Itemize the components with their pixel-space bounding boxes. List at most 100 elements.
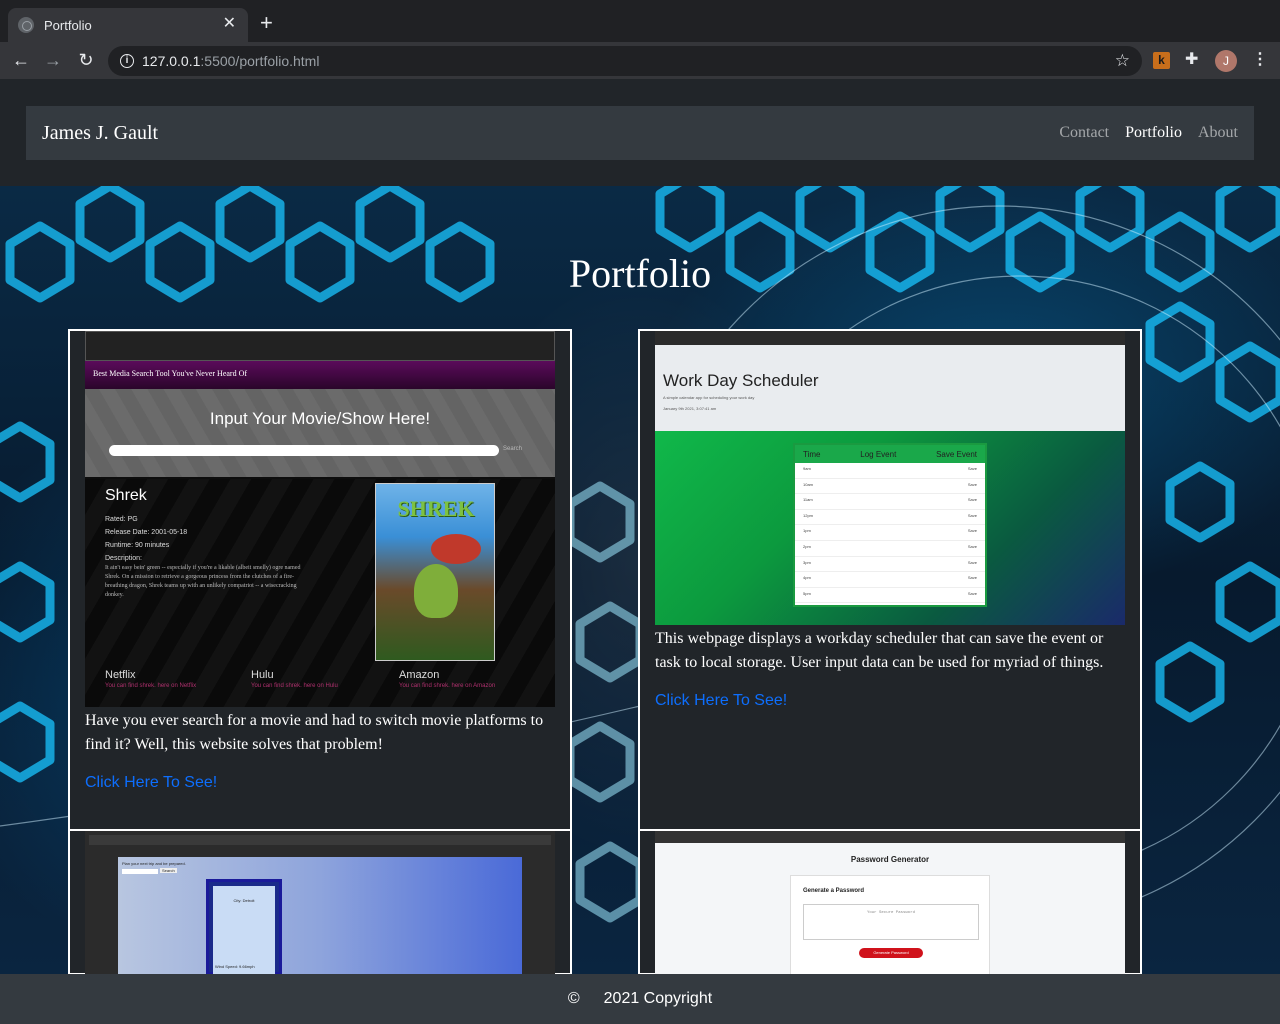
screenshot-subheading: Generate a Password bbox=[803, 888, 865, 894]
hour-label: 3pm bbox=[803, 559, 811, 565]
save-label: Save bbox=[967, 481, 977, 487]
screenshot-runtime: Runtime: 90 minutes bbox=[105, 542, 170, 549]
service-netflix-note: You can find shrek. here on Netflix bbox=[105, 683, 197, 689]
schedule-row: 2pm Save bbox=[795, 541, 985, 557]
schedule-header: Time Log Event Save Event bbox=[795, 445, 985, 463]
screenshot-schedule-table: Time Log Event Save Event 9am Save 10am Sa… bbox=[793, 443, 987, 607]
info-icon[interactable]: i bbox=[120, 54, 134, 68]
hour-label: 9am bbox=[803, 466, 811, 471]
screenshot-search-bar bbox=[109, 445, 499, 456]
save-label: Save bbox=[967, 575, 977, 581]
project-card-weather: Plan your next trip and be prepared. Sea… bbox=[68, 829, 572, 974]
column-save-event: Save Event bbox=[936, 450, 977, 459]
project-card-scheduler: Work Day Scheduler A simple calendar app… bbox=[638, 329, 1142, 831]
project-description: Have you ever search for a movie and had… bbox=[85, 712, 544, 753]
footer: © 2021 Copyright bbox=[0, 974, 1280, 1024]
address-bar[interactable]: i 127.0.0.1:5500/portfolio.html ☆ bbox=[108, 46, 1142, 76]
page-viewport: James J. Gault Contact Portfolio About P… bbox=[0, 79, 1280, 974]
schedule-row: 11am Save bbox=[795, 494, 985, 510]
poster-ogre bbox=[414, 564, 458, 618]
nav-link-portfolio[interactable]: Portfolio bbox=[1125, 124, 1182, 142]
service-hulu: Hulu bbox=[251, 669, 274, 681]
profile-avatar[interactable]: J bbox=[1215, 50, 1237, 72]
navbar: James J. Gault Contact Portfolio About bbox=[26, 106, 1254, 160]
screenshot-subtitle: A simple calendar app for scheduling you… bbox=[663, 395, 755, 400]
browser-menu-icon[interactable]: ⋮ bbox=[1252, 50, 1268, 70]
screenshot-blurb: It ain't easy bein' green -- especially … bbox=[105, 565, 301, 598]
project-card-password: Password Generator Generate a Password Y… bbox=[638, 829, 1142, 974]
screenshot-search-area: Input Your Movie/Show Here! Search bbox=[85, 389, 555, 477]
screenshot-topbar bbox=[85, 331, 555, 361]
screenshot-header: Work Day Scheduler A simple calendar app… bbox=[655, 345, 1125, 431]
brand-name[interactable]: James J. Gault bbox=[42, 122, 158, 145]
project-link[interactable]: Click Here To See! bbox=[85, 774, 217, 792]
browser-toolbar: ← → ↻ i 127.0.0.1:5500/portfolio.html ☆ … bbox=[0, 42, 1280, 79]
screenshot-release: Release Date: 2001-05-18 bbox=[105, 529, 188, 536]
bookmark-star-icon[interactable]: ☆ bbox=[1115, 51, 1130, 71]
poster-dragon bbox=[431, 534, 481, 564]
hero-background: Portfolio Best Media Search Tool You've … bbox=[0, 186, 1280, 974]
hour-label: 2pm bbox=[803, 543, 811, 549]
hour-label: 11am bbox=[803, 497, 813, 503]
screenshot-search-button: Search bbox=[160, 868, 177, 873]
screenshot-search-button: Search bbox=[503, 446, 523, 452]
copyright-text: 2021 Copyright bbox=[603, 990, 713, 1007]
project-screenshot-password: Password Generator Generate a Password Y… bbox=[655, 831, 1125, 974]
screenshot-heading: Password Generator bbox=[850, 855, 930, 864]
hour-label: 10am bbox=[803, 481, 814, 487]
hour-label: 4pm bbox=[803, 575, 811, 581]
nav-link-about[interactable]: About bbox=[1198, 124, 1238, 142]
screenshot-browser-bar bbox=[89, 835, 551, 845]
screenshot-city: City: Detroit bbox=[233, 898, 255, 903]
schedule-row: 9am Save bbox=[795, 463, 985, 479]
url-host: 127.0.0.1 bbox=[142, 53, 201, 69]
screenshot-prompt: Plan your next trip and be prepared. bbox=[122, 861, 186, 866]
column-log-event: Log Event bbox=[860, 450, 897, 459]
screenshot-weather-panel: City: Detroit Wind Speed: 9.66mph bbox=[206, 879, 282, 974]
browser-tab-strip: Portfolio ✕ + bbox=[0, 0, 1280, 42]
schedule-row: 3pm Save bbox=[795, 557, 985, 573]
schedule-row: 1pm Save bbox=[795, 525, 985, 541]
save-label: Save bbox=[967, 590, 977, 596]
nav-link-contact[interactable]: Contact bbox=[1059, 124, 1109, 142]
screenshot-result-meta: Rated: PG Release Date: 2001-05-18 Runti… bbox=[105, 513, 187, 565]
save-label: Save bbox=[967, 528, 977, 534]
screenshot-generator-box: Generate a Password Your Secure Password… bbox=[790, 875, 990, 974]
hour-label: 12pm bbox=[803, 512, 814, 518]
reload-icon[interactable]: ↻ bbox=[75, 49, 97, 71]
extension-k-icon[interactable]: k bbox=[1153, 52, 1170, 69]
copyright-icon: © bbox=[567, 990, 580, 1007]
screenshot-body: Time Log Event Save Event 9am Save 10am Sa… bbox=[655, 431, 1125, 625]
screenshot-wind: Wind Speed: 9.66mph bbox=[215, 964, 255, 969]
schedule-row: 4pm Save bbox=[795, 572, 985, 588]
new-tab-icon[interactable]: + bbox=[260, 12, 273, 34]
service-amazon-note: You can find shrek. here on Amazon bbox=[399, 683, 496, 689]
screenshot-rated: Rated: PG bbox=[105, 516, 138, 523]
schedule-row: 12pm Save bbox=[795, 510, 985, 526]
save-label: Save bbox=[967, 466, 977, 471]
extensions-puzzle-icon[interactable]: ✚ bbox=[1185, 49, 1198, 69]
screenshot-password-field: Your Secure Password bbox=[803, 904, 979, 940]
screenshot-banner: Best Media Search Tool You've Never Hear… bbox=[85, 361, 555, 389]
screenshot-date: January 9th 2021, 3:07:41 am bbox=[663, 406, 717, 411]
browser-tab[interactable]: Portfolio ✕ bbox=[8, 8, 248, 42]
header: James J. Gault Contact Portfolio About bbox=[0, 79, 1280, 186]
screenshot-heading: Input Your Movie/Show Here! bbox=[209, 409, 431, 428]
column-time: Time bbox=[803, 450, 821, 459]
screenshot-heading: Work Day Scheduler bbox=[663, 371, 819, 390]
screenshot-search-input bbox=[122, 869, 158, 874]
back-arrow-icon[interactable]: ← bbox=[10, 49, 32, 71]
project-link[interactable]: Click Here To See! bbox=[655, 692, 787, 710]
page-title: Portfolio bbox=[568, 251, 712, 296]
project-description: This webpage displays a workday schedule… bbox=[655, 630, 1104, 671]
tab-title: Portfolio bbox=[44, 17, 92, 33]
movie-poster-image: SHREK bbox=[375, 483, 495, 661]
nav-links: Contact Portfolio About bbox=[1059, 124, 1238, 142]
url-path: :5500/portfolio.html bbox=[200, 53, 320, 69]
forward-arrow-icon[interactable]: → bbox=[42, 49, 64, 71]
close-tab-icon[interactable]: ✕ bbox=[223, 16, 236, 32]
schedule-row: 10am Save bbox=[795, 479, 985, 495]
screenshot-browser-bar bbox=[655, 831, 1125, 843]
service-amazon: Amazon bbox=[399, 669, 440, 681]
hour-label: 1pm bbox=[803, 528, 811, 534]
